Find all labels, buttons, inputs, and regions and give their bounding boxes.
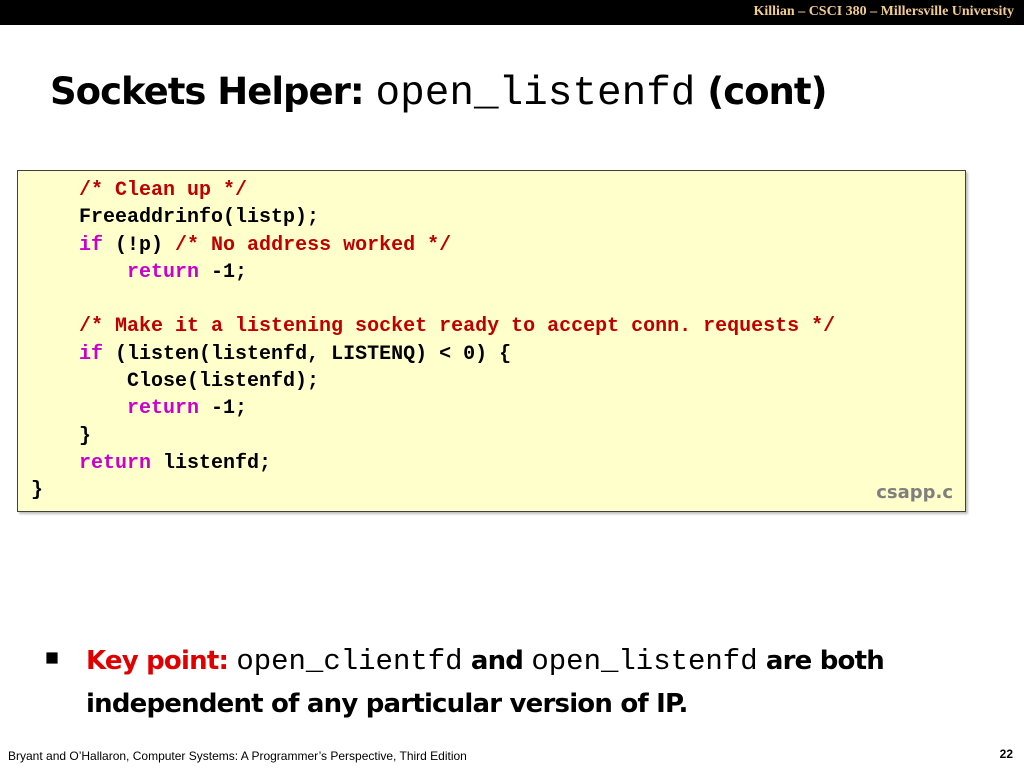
code-text: -1; [199,397,248,421]
code-keyword: return [79,451,152,475]
key-point-code-clientfd: open_clientfd [236,645,463,678]
slide-title-suffix: (cont) [695,70,827,113]
code-line: Close(listenfd); [31,368,835,395]
code-line: if (listen(listenfd, LISTENQ) < 0) { [31,341,835,368]
code-line: /* Make it a listening socket ready to a… [31,313,835,340]
code-listing: /* Clean up */ Freeaddrinfo(listp); if (… [31,177,835,505]
header-bar: Killian – CSCI 380 – Millersville Univer… [0,0,1024,25]
code-line: return -1; [31,395,835,422]
code-text: (listen(listenfd, LISTENQ) < 0) { [103,342,512,366]
code-comment: /* Make it a listening socket ready to a… [79,315,836,339]
code-line: } [31,477,835,504]
code-line: return listenfd; [31,450,835,477]
slide-title-code: open_listenfd [375,71,696,117]
code-comment: /* No address worked */ [175,233,452,257]
key-point-text: Key point: open_clientfd and open_listen… [86,640,986,725]
code-line: if (!p) /* No address worked */ [31,232,835,259]
code-comment: /* Clean up */ [79,179,248,202]
code-line: /* Clean up */ [31,177,835,204]
code-keyword: return [127,260,200,284]
page-number: 22 [999,747,1013,761]
code-line: Freeaddrinfo(listp); [31,204,835,231]
code-text: listenfd; [151,451,272,475]
code-text: (!p) [103,233,176,257]
code-text: } [31,424,92,448]
key-point-code-listenfd: open_listenfd [531,645,758,678]
bullet-square-icon [46,652,58,664]
slide-title-text: Sockets Helper: [50,70,376,113]
key-point-and: and [470,646,524,676]
course-credit: Killian – CSCI 380 – Millersville Univer… [753,4,1014,19]
code-line: return -1; [31,259,835,286]
code-line: } [31,423,835,450]
code-text: Freeaddrinfo(listp); [31,206,320,230]
code-text: } [31,479,44,503]
code-keyword: return [127,397,200,421]
slide-title: Sockets Helper: open_listenfd (cont) [50,62,828,124]
source-file-label: csapp.c [876,482,953,503]
key-point-label: Key point: [86,646,229,676]
code-listing-box: /* Clean up */ Freeaddrinfo(listp); if (… [17,170,966,512]
code-keyword: if [79,233,104,257]
footer-citation: Bryant and O’Hallaron, Computer Systems:… [8,749,467,763]
code-keyword: if [79,342,104,366]
code-text: -1; [199,260,248,284]
code-text: Close(listenfd); [31,370,320,394]
